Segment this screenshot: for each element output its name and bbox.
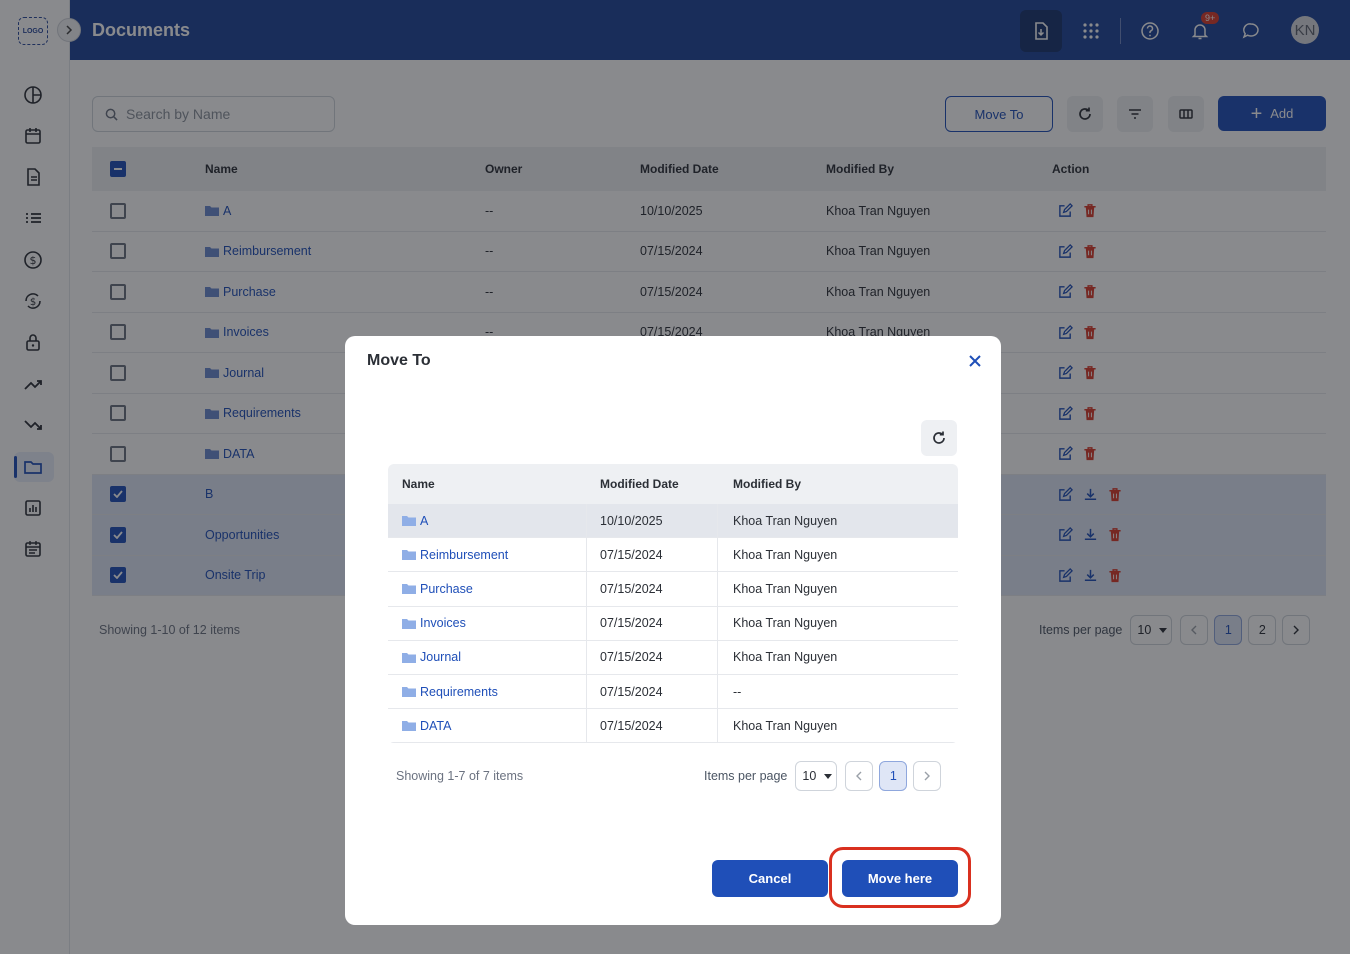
folder-icon — [402, 550, 416, 561]
folder-icon — [402, 584, 416, 595]
folder-option-modified-by: Khoa Tran Nguyen — [733, 650, 838, 665]
folder-option-row[interactable]: A 10/10/2025 Khoa Tran Nguyen — [388, 504, 958, 539]
folder-option-date: 07/15/2024 — [600, 718, 663, 733]
dialog-title: Move To — [367, 352, 431, 369]
dialog-page-1-button[interactable]: 1 — [879, 761, 908, 791]
folder-option-modified-by: Khoa Tran Nguyen — [733, 581, 838, 596]
folder-picker-table: Name Modified Date Modified By A 10/10/20… — [388, 464, 958, 744]
refresh-icon — [933, 431, 945, 444]
dialog-pagination-summary: Showing 1-7 of 7 items — [396, 769, 524, 783]
dialog-prev-page-button[interactable] — [845, 761, 874, 791]
dialog-items-per-page-value: 10 — [802, 769, 817, 783]
folder-option-row[interactable]: Requirements 07/15/2024 -- — [388, 674, 958, 710]
dialog-table-header: Name Modified Date Modified By — [388, 464, 958, 504]
folder-option-modified-by: Khoa Tran Nguyen — [733, 616, 838, 631]
dialog-table-body: A 10/10/2025 Khoa Tran Nguyen Reimbursement… — [388, 504, 958, 744]
dialog-items-per-page-label: Items per page — [704, 769, 788, 783]
chevron-right-icon — [924, 771, 931, 781]
folder-option-row[interactable]: DATA 07/15/2024 Khoa Tran Nguyen — [388, 709, 958, 744]
dialog-column-modified-by[interactable]: Modified By — [733, 464, 801, 504]
folder-option-name[interactable]: A — [402, 504, 428, 537]
close-dialog-button[interactable] — [966, 352, 984, 370]
folder-icon — [402, 652, 416, 663]
folder-icon — [402, 618, 416, 629]
folder-option-modified-by: Khoa Tran Nguyen — [733, 547, 838, 562]
folder-option-date: 07/15/2024 — [600, 650, 663, 665]
cancel-button[interactable]: Cancel — [712, 860, 828, 897]
dialog-pagination: Items per page 10 1 — [704, 761, 942, 791]
folder-option-name[interactable]: DATA — [402, 709, 451, 742]
dialog-items-per-page-select[interactable]: 10 — [795, 761, 838, 791]
folder-option-date: 07/15/2024 — [600, 684, 663, 699]
folder-option-row[interactable]: Invoices 07/15/2024 Khoa Tran Nguyen — [388, 606, 958, 641]
move-to-dialog: Move To Name Modified Date Modified By A… — [345, 336, 1001, 925]
folder-option-date: 07/15/2024 — [600, 616, 663, 631]
folder-option-row[interactable]: Reimbursement 07/15/2024 Khoa Tran Nguyen — [388, 538, 958, 573]
folder-option-name[interactable]: Purchase — [402, 572, 473, 605]
close-icon — [969, 355, 981, 367]
move-here-button[interactable]: Move here — [842, 860, 958, 897]
caret-down-icon — [824, 773, 833, 779]
chevron-left-icon — [856, 771, 862, 781]
folder-option-row[interactable]: Purchase 07/15/2024 Khoa Tran Nguyen — [388, 572, 958, 607]
folder-icon — [402, 516, 416, 527]
folder-icon — [402, 687, 416, 698]
folder-option-date: 10/10/2025 — [600, 513, 663, 528]
folder-option-row[interactable]: Journal 07/15/2024 Khoa Tran Nguyen — [388, 640, 958, 675]
dialog-next-page-button[interactable] — [913, 761, 942, 791]
folder-option-modified-by: -- — [733, 684, 742, 699]
folder-option-date: 07/15/2024 — [600, 547, 663, 562]
dialog-refresh-button[interactable] — [921, 420, 957, 456]
folder-option-name[interactable]: Reimbursement — [402, 538, 508, 571]
dialog-column-name[interactable]: Name — [402, 464, 435, 504]
folder-option-name[interactable]: Invoices — [402, 607, 466, 640]
folder-option-modified-by: Khoa Tran Nguyen — [733, 513, 838, 528]
folder-option-modified-by: Khoa Tran Nguyen — [733, 718, 838, 733]
folder-option-name[interactable]: Requirements — [402, 675, 498, 708]
folder-option-name[interactable]: Journal — [402, 641, 461, 674]
folder-option-date: 07/15/2024 — [600, 581, 663, 596]
dialog-column-modified-date[interactable]: Modified Date — [600, 464, 679, 504]
folder-icon — [402, 721, 416, 732]
